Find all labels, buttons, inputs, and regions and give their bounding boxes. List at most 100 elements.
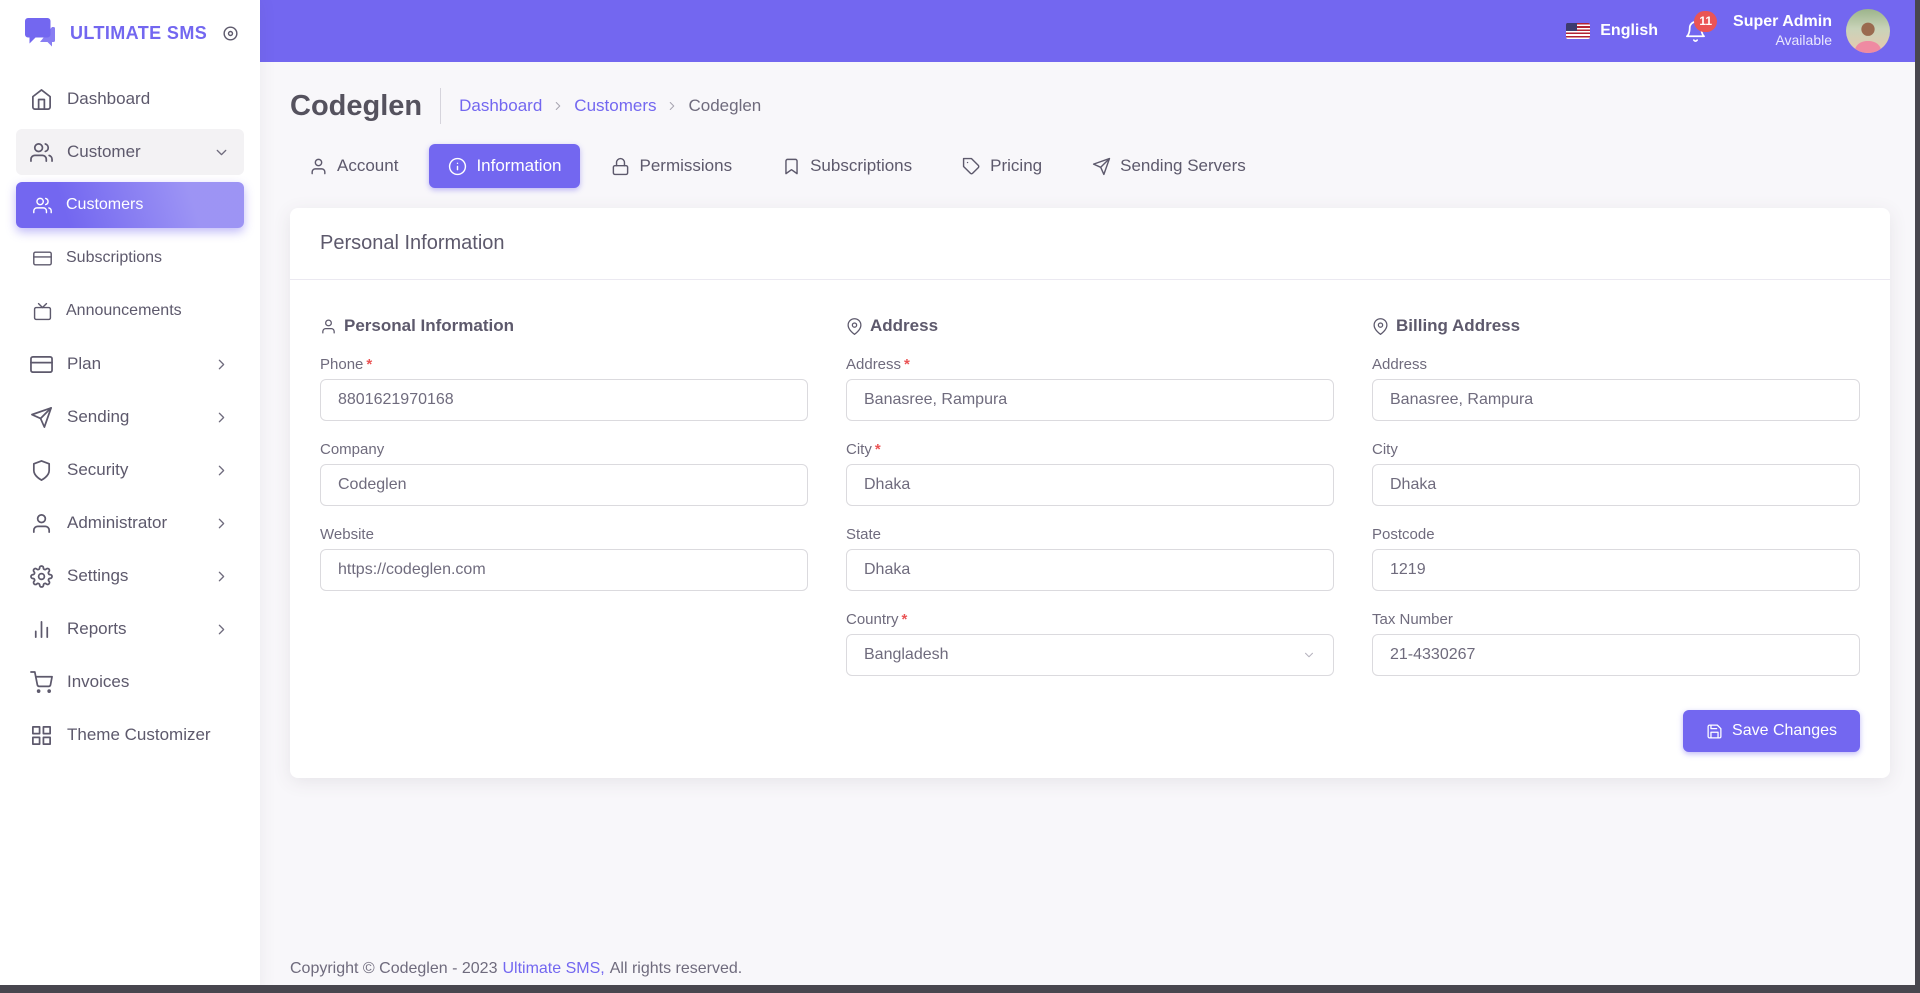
chevron-right-icon — [213, 621, 230, 638]
user-menu[interactable]: Super Admin Available — [1733, 9, 1890, 53]
sidebar-item-security[interactable]: Security — [16, 447, 244, 493]
sidebar-item-announcements[interactable]: Announcements — [16, 288, 244, 334]
company-input[interactable] — [320, 464, 808, 506]
state-input[interactable] — [846, 549, 1334, 591]
postcode-input[interactable] — [1372, 549, 1860, 591]
language-selector[interactable]: English — [1566, 22, 1658, 40]
vertical-scrollbar[interactable] — [1915, 0, 1920, 985]
phone-input[interactable] — [320, 379, 808, 421]
sidebar-collapse-toggle[interactable] — [221, 24, 240, 43]
chevron-right-icon — [213, 515, 230, 532]
avatar — [1846, 9, 1890, 53]
shield-icon — [30, 459, 53, 482]
billing-address-label: Address — [1372, 356, 1860, 373]
map-pin-icon — [846, 318, 863, 335]
notification-badge: 11 — [1694, 11, 1717, 32]
sidebar-item-theme-customizer[interactable]: Theme Customizer — [16, 712, 244, 758]
sidebar-item-label: Theme Customizer — [67, 725, 211, 745]
tag-icon — [962, 157, 981, 176]
save-icon — [1706, 723, 1723, 740]
footer: Copyright © Codeglen - 2023 Ultimate SMS… — [290, 960, 742, 978]
tab-information[interactable]: Information — [429, 144, 580, 188]
grid-icon — [30, 724, 53, 747]
sidebar-item-sending[interactable]: Sending — [16, 394, 244, 440]
chevron-right-icon — [213, 356, 230, 373]
billing-city-label: City — [1372, 441, 1860, 458]
city-field: City* — [846, 441, 1334, 506]
tab-pricing[interactable]: Pricing — [943, 144, 1061, 188]
section-heading: Personal Information — [344, 316, 514, 336]
sidebar-item-subscriptions[interactable]: Subscriptions — [16, 235, 244, 281]
sidebar: ULTIMATE SMS Customer Dashboard Customer… — [0, 0, 260, 993]
footer-rights: All rights reserved. — [610, 960, 743, 978]
sidebar-item-reports[interactable]: Reports — [16, 606, 244, 652]
address-input[interactable] — [846, 379, 1334, 421]
chevron-down-icon — [1302, 648, 1316, 662]
user-icon — [309, 157, 328, 176]
breadcrumb: Dashboard Customers Codeglen — [459, 96, 761, 116]
sidebar-menu: Customer Dashboard Customer Customers Su… — [0, 66, 260, 775]
sidebar-item-dashboard[interactable]: Customer Dashboard — [16, 76, 244, 122]
billing-address-input[interactable] — [1372, 379, 1860, 421]
chevron-right-icon — [213, 409, 230, 426]
card-title: Personal Information — [290, 208, 1890, 280]
tab-label: Information — [476, 156, 561, 176]
sidebar-item-customer[interactable]: Customer — [16, 129, 244, 175]
users-icon — [30, 141, 53, 164]
sidebar-item-administrator[interactable]: Administrator — [16, 500, 244, 546]
tax-number-input[interactable] — [1372, 634, 1860, 676]
brand-logo-icon — [22, 15, 58, 51]
breadcrumb-link-customers[interactable]: Customers — [574, 96, 656, 116]
website-label: Website — [320, 526, 808, 543]
sidebar-item-label: Reports — [67, 619, 127, 639]
billing-address-field: Address — [1372, 356, 1860, 421]
tab-label: Permissions — [639, 156, 732, 176]
postcode-field: Postcode — [1372, 526, 1860, 591]
sidebar-item-invoices[interactable]: Invoices — [16, 659, 244, 705]
sidebar-item-settings[interactable]: Settings — [16, 553, 244, 599]
credit-card-icon — [33, 249, 52, 268]
tab-label: Subscriptions — [810, 156, 912, 176]
users-icon — [33, 196, 52, 215]
brand[interactable]: ULTIMATE SMS — [22, 15, 207, 51]
sidebar-item-label: Security — [67, 460, 128, 480]
city-input[interactable] — [846, 464, 1334, 506]
company-label: Company — [320, 441, 808, 458]
tab-subscriptions[interactable]: Subscriptions — [763, 144, 931, 188]
footer-copyright: Copyright © Codeglen - 2023 — [290, 960, 497, 978]
footer-brand-link[interactable]: Ultimate SMS, — [502, 960, 604, 978]
top-header: English 11 Super Admin Available — [260, 0, 1920, 62]
billing-address-section: Billing Address Address City Postcode Ta… — [1372, 316, 1860, 696]
billing-city-input[interactable] — [1372, 464, 1860, 506]
tab-account[interactable]: Account — [290, 144, 417, 188]
user-name: Super Admin — [1733, 12, 1832, 32]
postcode-label: Postcode — [1372, 526, 1860, 543]
title-divider — [440, 88, 441, 124]
personal-information-section: Personal Information Phone* Company Webs… — [320, 316, 808, 696]
notifications-button[interactable]: 11 — [1684, 20, 1707, 43]
sidebar-item-label: Administrator — [67, 513, 167, 533]
gear-icon — [30, 565, 53, 588]
state-label: State — [846, 526, 1334, 543]
tab-permissions[interactable]: Permissions — [592, 144, 751, 188]
sidebar-item-label: Customers — [66, 196, 143, 214]
tv-icon — [33, 302, 52, 321]
sidebar-item-plan[interactable]: Plan — [16, 341, 244, 387]
website-input[interactable] — [320, 549, 808, 591]
country-field: Country* Bangladesh — [846, 611, 1334, 676]
breadcrumb-link-dashboard[interactable]: Dashboard — [459, 96, 542, 116]
billing-city-field: City — [1372, 441, 1860, 506]
tab-bar: Account Information Permissions Subscrip… — [290, 144, 1890, 188]
save-changes-button[interactable]: Save Changes — [1683, 710, 1860, 752]
user-status: Available — [1733, 32, 1832, 50]
country-select[interactable]: Bangladesh — [846, 634, 1334, 676]
tab-sending-servers[interactable]: Sending Servers — [1073, 144, 1265, 188]
horizontal-scrollbar[interactable] — [0, 985, 1920, 993]
company-field: Company — [320, 441, 808, 506]
country-label: Country* — [846, 611, 1334, 628]
sidebar-item-customers[interactable]: Customers — [16, 182, 244, 228]
tab-label: Account — [337, 156, 398, 176]
chevron-right-icon — [213, 568, 230, 585]
credit-card-icon — [30, 353, 53, 376]
personal-information-card: Personal Information Personal Informatio… — [290, 208, 1890, 778]
